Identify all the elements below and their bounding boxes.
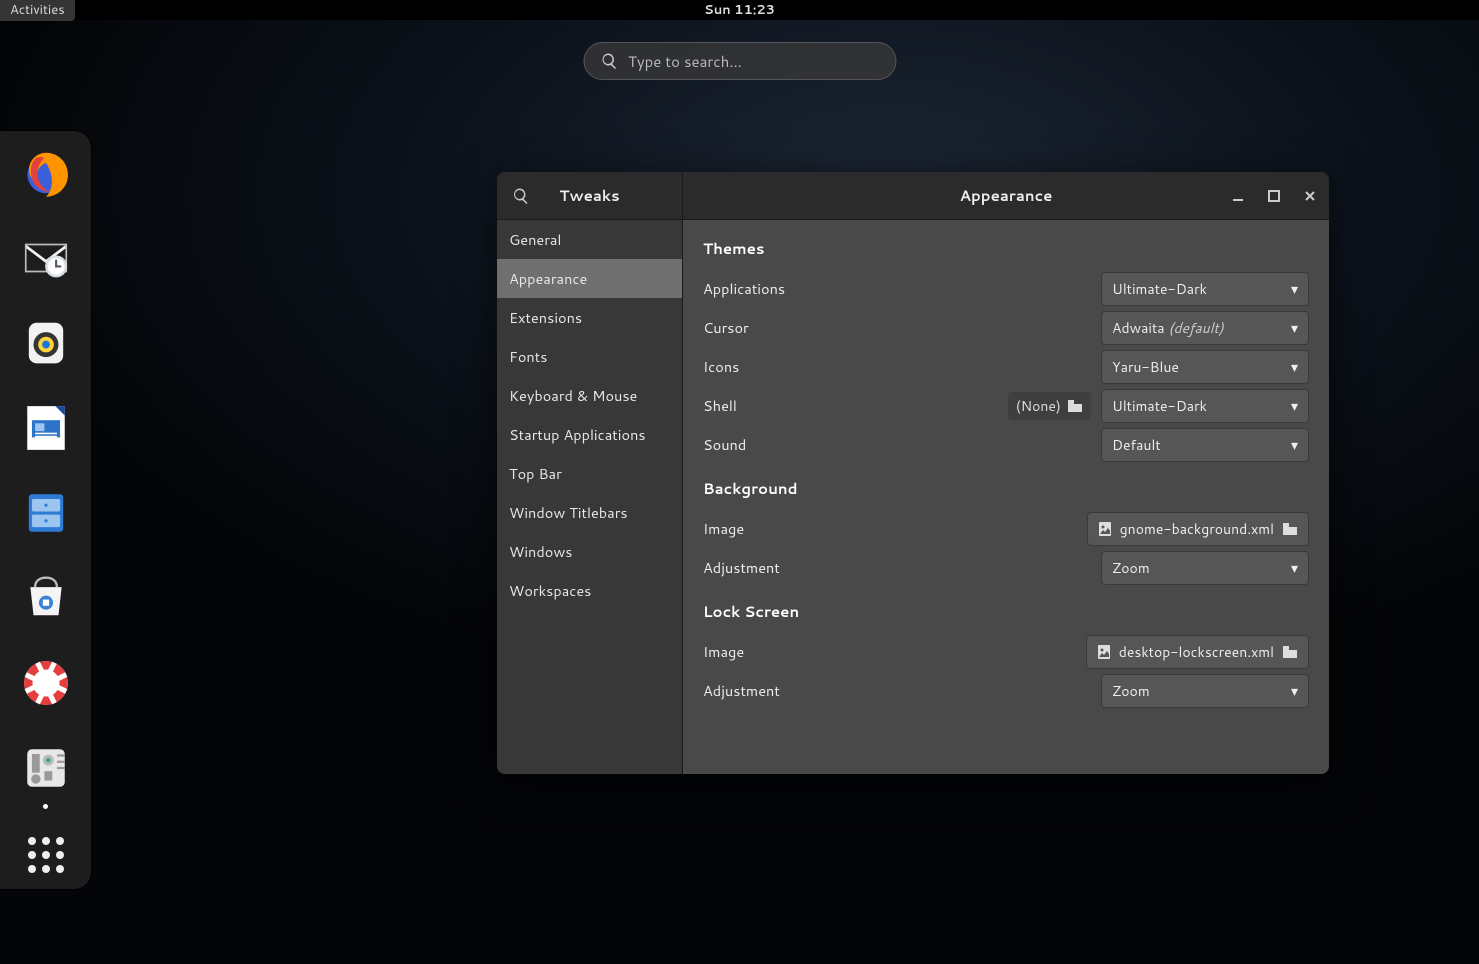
shell-theme-file-clear[interactable]: (None) (1008, 392, 1091, 420)
select-value: Yaru-Blue (1112, 357, 1283, 377)
chevron-down-icon: ▾ (1291, 318, 1298, 338)
file-open-icon (1067, 399, 1083, 413)
headerbar-right: Appearance (683, 172, 1329, 219)
gnome-topbar: Activities Sun 11:23 (0, 0, 1479, 20)
section-heading-lockscreen: Lock Screen (703, 601, 1309, 622)
label-sound: Sound (703, 434, 746, 455)
window-headerbar: Tweaks Appearance (497, 172, 1329, 220)
overview-search-box[interactable] (583, 42, 896, 80)
dock-running-indicator (43, 804, 48, 809)
row-cursor-theme: Cursor Adwaita (default) ▾ (703, 308, 1309, 347)
row-applications-theme: Applications Ultimate-Dark ▾ (703, 269, 1309, 308)
chevron-down-icon: ▾ (1291, 435, 1298, 455)
sidebar-item-window-titlebars[interactable]: Window Titlebars (497, 493, 682, 532)
sidebar-item-workspaces[interactable]: Workspaces (497, 571, 682, 610)
window-minimize-button[interactable] (1229, 187, 1247, 205)
dock-app-software[interactable] (17, 569, 75, 626)
page-title: Appearance (960, 185, 1053, 206)
select-value: Zoom (1112, 681, 1283, 701)
section-heading-background: Background (703, 478, 1309, 499)
select-cursor-theme[interactable]: Adwaita (default) ▾ (1101, 311, 1309, 345)
select-value: Zoom (1112, 558, 1283, 578)
show-applications-button[interactable] (28, 837, 64, 873)
dock-app-settings[interactable] (17, 739, 75, 796)
file-chooser-background[interactable]: gnome-background.xml (1087, 512, 1309, 546)
dock-app-mail[interactable] (17, 230, 75, 287)
select-value: Default (1112, 435, 1283, 455)
chevron-down-icon: ▾ (1291, 396, 1298, 416)
label-bg-adjustment: Adjustment (703, 557, 780, 578)
select-sound-theme[interactable]: Default ▾ (1101, 428, 1309, 462)
chevron-down-icon: ▾ (1291, 357, 1298, 377)
window-close-button[interactable] (1301, 187, 1319, 205)
label-icons: Icons (703, 356, 739, 377)
file-type-icon (1098, 521, 1112, 537)
select-value: Adwaita (default) (1112, 318, 1283, 338)
overview-search (583, 42, 896, 80)
select-icons-theme[interactable]: Yaru-Blue ▾ (1101, 350, 1309, 384)
chevron-down-icon: ▾ (1291, 558, 1298, 578)
select-applications-theme[interactable]: Ultimate-Dark ▾ (1101, 272, 1309, 306)
dock-app-help[interactable] (17, 654, 75, 711)
label-ls-adjustment: Adjustment (703, 680, 780, 701)
row-background-adjustment: Adjustment Zoom ▾ (703, 548, 1309, 587)
file-open-icon (1282, 645, 1298, 659)
row-lockscreen-adjustment: Adjustment Zoom ▾ (703, 671, 1309, 710)
row-sound-theme: Sound Default ▾ (703, 425, 1309, 464)
tweaks-window: Tweaks Appearance General Appearance Ext… (497, 172, 1329, 774)
sidebar-item-windows[interactable]: Windows (497, 532, 682, 571)
label-bg-image: Image (703, 518, 744, 539)
select-value: Ultimate-Dark (1112, 279, 1283, 299)
sidebar-item-startup-applications[interactable]: Startup Applications (497, 415, 682, 454)
label-applications: Applications (703, 278, 785, 299)
search-icon (600, 52, 628, 70)
dock-app-music[interactable] (17, 315, 75, 372)
aux-text: (None) (1016, 396, 1061, 416)
app-title: Tweaks (559, 185, 619, 206)
label-cursor: Cursor (703, 317, 749, 338)
window-maximize-button[interactable] (1265, 187, 1283, 205)
sidebar-item-keyboard-mouse[interactable]: Keyboard & Mouse (497, 376, 682, 415)
section-heading-themes: Themes (703, 238, 1309, 259)
chevron-down-icon: ▾ (1291, 681, 1298, 701)
sidebar-item-general[interactable]: General (497, 220, 682, 259)
row-background-image: Image gnome-background.xml (703, 509, 1309, 548)
headerbar-left: Tweaks (497, 172, 683, 219)
file-type-icon (1097, 644, 1111, 660)
search-input[interactable] (628, 51, 879, 72)
sidebar-item-extensions[interactable]: Extensions (497, 298, 682, 337)
select-shell-theme[interactable]: Ultimate-Dark ▾ (1101, 389, 1309, 423)
file-open-icon (1282, 522, 1298, 536)
activities-button[interactable]: Activities (0, 0, 75, 21)
select-lockscreen-adjustment[interactable]: Zoom ▾ (1101, 674, 1309, 708)
tweaks-content: Themes Applications Ultimate-Dark ▾ Curs… (683, 220, 1329, 774)
topbar-clock[interactable]: Sun 11:23 (704, 1, 775, 19)
file-name: gnome-background.xml (1120, 519, 1274, 539)
sidebar-item-appearance[interactable]: Appearance (497, 259, 682, 298)
dock-app-files[interactable] (17, 485, 75, 542)
dash-dock (0, 130, 92, 890)
row-icons-theme: Icons Yaru-Blue ▾ (703, 347, 1309, 386)
sidebar-item-top-bar[interactable]: Top Bar (497, 454, 682, 493)
select-value: Ultimate-Dark (1112, 396, 1283, 416)
tweaks-sidebar: General Appearance Extensions Fonts Keyb… (497, 220, 683, 774)
row-lockscreen-image: Image desktop-lockscreen.xml (703, 632, 1309, 671)
label-shell: Shell (703, 395, 737, 416)
select-background-adjustment[interactable]: Zoom ▾ (1101, 551, 1309, 585)
dock-app-writer[interactable] (17, 400, 75, 457)
sidebar-item-fonts[interactable]: Fonts (497, 337, 682, 376)
label-ls-image: Image (703, 641, 744, 662)
chevron-down-icon: ▾ (1291, 279, 1298, 299)
header-search-button[interactable] (511, 186, 531, 206)
file-name: desktop-lockscreen.xml (1119, 642, 1274, 662)
row-shell-theme: Shell (None) Ultimate-Dark ▾ (703, 386, 1309, 425)
file-chooser-lockscreen[interactable]: desktop-lockscreen.xml (1086, 635, 1309, 669)
dock-app-firefox[interactable] (17, 145, 75, 202)
